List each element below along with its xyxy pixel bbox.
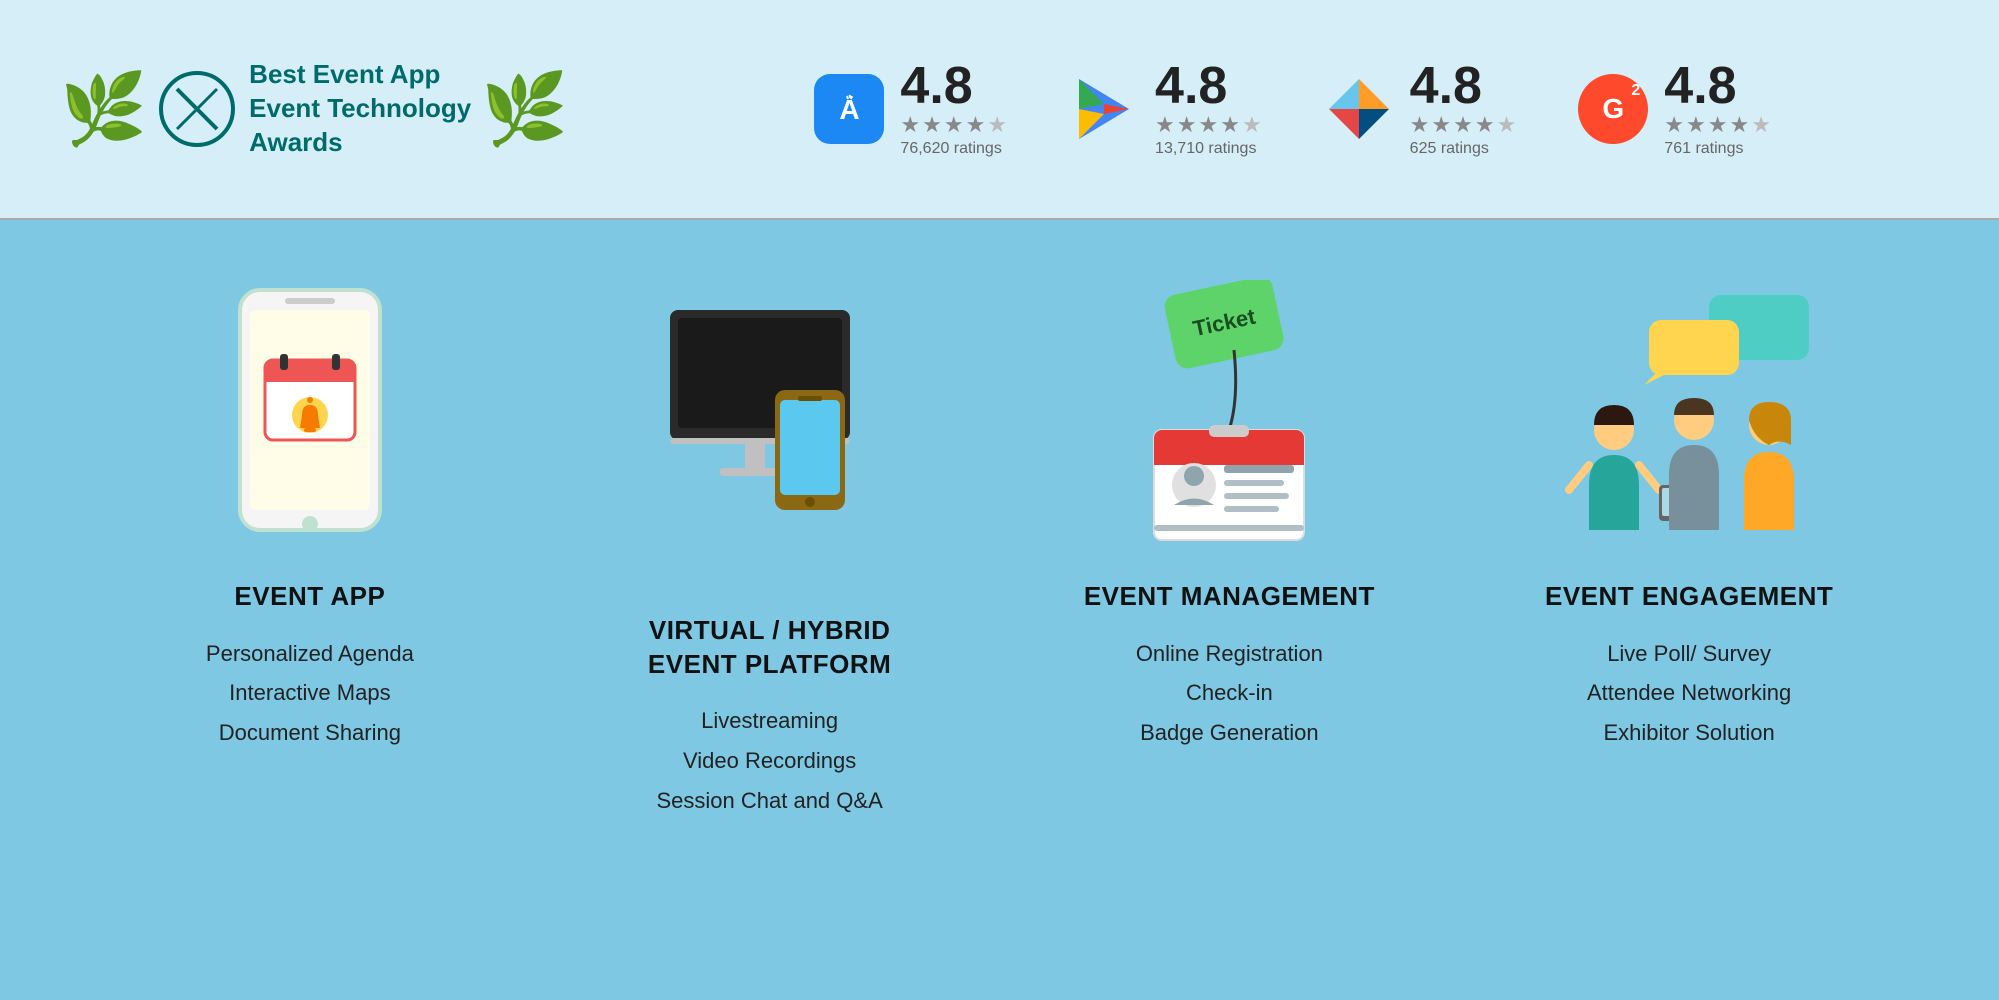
feature-event-management: Ticket [1019,270,1439,753]
ratings-section: A 4.8 ★★★★★ 76,620 ratings 4 [648,60,1939,158]
g2-count: 761 ratings [1664,140,1773,158]
event-engagement-icon-area [1559,270,1819,550]
header: 🌿 Best Event App Event Technology Awards… [0,0,1999,220]
virtual-hybrid-list: Livestreaming Video Recordings Session C… [657,701,883,820]
rating-g2: G2 4.8 ★★★★★ 761 ratings [1578,60,1773,158]
appstore-logo: A [814,74,884,144]
capterra-count: 625 ratings [1410,140,1519,158]
list-item: Video Recordings [657,741,883,781]
list-item: Live Poll/ Survey [1587,634,1791,674]
feature-virtual-hybrid: VIRTUAL / HYBRID EVENT PLATFORM Livestre… [560,270,980,820]
capterra-score: 4.8 [1410,60,1519,112]
event-app-illustration [210,280,410,550]
g2-score: 4.8 [1664,60,1773,112]
list-item: Document Sharing [206,713,414,753]
event-management-title: EVENT MANAGEMENT [1084,580,1375,614]
googleplay-rating-info: 4.8 ★★★★★ 13,710 ratings [1155,60,1264,158]
event-engagement-list: Live Poll/ Survey Attendee Networking Ex… [1587,634,1791,753]
list-item: Interactive Maps [206,673,414,713]
list-item: Attendee Networking [1587,673,1791,713]
rating-capterra: 4.8 ★★★★★ 625 ratings [1324,60,1519,158]
laurel-left: 🌿 [60,74,147,144]
appstore-stars: ★★★★★ [900,112,1009,138]
virtual-hybrid-icon-area [650,270,890,550]
award-text: Best Event App Event Technology Awards [249,58,471,159]
list-item: Online Registration [1136,634,1323,674]
virtual-hybrid-title: VIRTUAL / HYBRID EVENT PLATFORM [648,580,891,681]
capterra-stars: ★★★★★ [1410,112,1519,138]
event-app-title: EVENT APP [234,580,385,614]
event-management-illustration: Ticket [1119,280,1339,550]
capterra-logo [1324,74,1394,144]
list-item: Session Chat and Q&A [657,781,883,821]
googleplay-score: 4.8 [1155,60,1264,112]
feature-event-app: EVENT APP Personalized Agenda Interactiv… [100,270,520,753]
appstore-rating-info: 4.8 ★★★★★ 76,620 ratings [900,60,1009,158]
capterra-rating-info: 4.8 ★★★★★ 625 ratings [1410,60,1519,158]
list-item: Livestreaming [657,701,883,741]
main-content: EVENT APP Personalized Agenda Interactiv… [0,220,1999,1000]
svg-text:A: A [839,94,859,125]
virtual-hybrid-illustration [650,290,890,550]
event-management-list: Online Registration Check-in Badge Gener… [1136,634,1323,753]
appstore-count: 76,620 ratings [900,140,1009,158]
award-icon [157,69,237,149]
appstore-score: 4.8 [900,60,1009,112]
list-item: Badge Generation [1136,713,1323,753]
list-item: Exhibitor Solution [1587,713,1791,753]
googleplay-count: 13,710 ratings [1155,140,1264,158]
event-app-icon-area [210,270,410,550]
event-engagement-title: EVENT ENGAGEMENT [1545,580,1833,614]
rating-appstore: A 4.8 ★★★★★ 76,620 ratings [814,60,1009,158]
g2-rating-info: 4.8 ★★★★★ 761 ratings [1664,60,1773,158]
event-app-list: Personalized Agenda Interactive Maps Doc… [206,634,414,753]
event-engagement-illustration [1559,290,1819,550]
award-section: 🌿 Best Event App Event Technology Awards… [60,58,568,159]
g2-logo: G2 [1578,74,1648,144]
feature-event-engagement: EVENT ENGAGEMENT Live Poll/ Survey Atten… [1479,270,1899,753]
googleplay-logo [1069,74,1139,144]
rating-googleplay: 4.8 ★★★★★ 13,710 ratings [1069,60,1264,158]
award-badge: Best Event App Event Technology Awards [157,58,471,159]
list-item: Check-in [1136,673,1323,713]
googleplay-stars: ★★★★★ [1155,112,1264,138]
list-item: Personalized Agenda [206,634,414,674]
g2-stars: ★★★★★ [1664,112,1773,138]
event-management-icon-area: Ticket [1119,270,1339,550]
laurel-right: 🌿 [481,74,568,144]
